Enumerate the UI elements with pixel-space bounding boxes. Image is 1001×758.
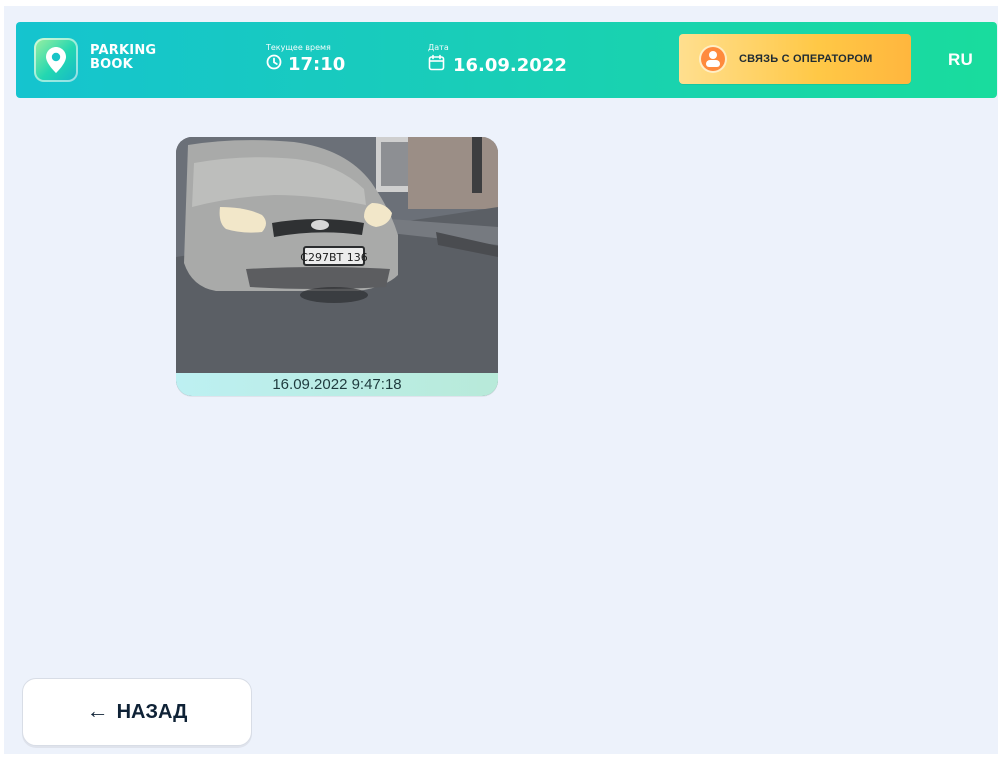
app-background	[4, 6, 998, 754]
time-value-row: 17:10	[266, 54, 345, 76]
photo-timestamp: 16.09.2022 9:47:18	[176, 373, 498, 396]
operator-avatar-icon	[701, 47, 725, 71]
parking-pin-icon	[34, 38, 78, 82]
vehicle-photo: С297ВТ 136	[176, 137, 498, 373]
license-plate-text: С297ВТ 136	[300, 251, 367, 264]
clock-icon	[266, 54, 282, 76]
brand-line-2: BOOK	[90, 57, 133, 72]
time-label: Текущее время	[266, 43, 331, 52]
arrow-left-icon: ←	[86, 698, 109, 723]
current-time-block: Текущее время 17:10	[266, 43, 345, 76]
language-switch[interactable]: RU	[948, 50, 973, 70]
contact-operator-button[interactable]: СВЯЗЬ С ОПЕРАТОРОМ	[679, 34, 911, 84]
brand-name: PARKING BOOK	[90, 44, 156, 72]
header-bar: PARKING BOOK Текущее время 17:10 Дата 16…	[16, 22, 997, 98]
time-value: 17:10	[288, 54, 346, 75]
date-value: 16.09.2022	[453, 54, 567, 76]
brand-line-1: PARKING	[90, 43, 157, 58]
back-button-label: НАЗАД	[116, 700, 188, 723]
date-value-row: 16.09.2022	[428, 54, 567, 77]
date-label: Дата	[428, 43, 449, 52]
date-block: Дата 16.09.2022	[428, 43, 567, 77]
calendar-icon	[428, 54, 445, 77]
contact-operator-label: СВЯЗЬ С ОПЕРАТОРОМ	[739, 53, 873, 65]
vehicle-photo-card[interactable]: С297ВТ 136 16.09.2022 9:47:18	[176, 137, 498, 396]
back-button[interactable]: ← НАЗАД	[22, 678, 252, 746]
